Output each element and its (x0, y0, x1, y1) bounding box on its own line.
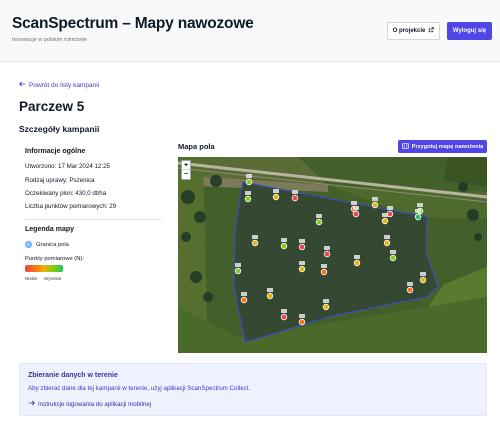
legend-points-label: Punkty pomiarowe (N): (25, 256, 84, 262)
about-button-label: O projekcie (392, 28, 426, 34)
map-heading: Mapa pola (178, 142, 215, 151)
measurement-point[interactable] (298, 261, 306, 273)
app-header: ScanSpectrum – Mapy nawozowe Innowacje w… (0, 0, 500, 62)
back-link-label: Powrót do listy kampanii (29, 81, 100, 89)
measurement-point[interactable] (240, 292, 248, 304)
boundary-swatch (25, 241, 32, 248)
mobile-app-instructions-link[interactable]: Instrukcje logowania do aplikacji mobiln… (28, 400, 151, 408)
measurement-point[interactable] (315, 214, 323, 226)
legend-low-label: Niskie (25, 276, 38, 281)
measurement-point[interactable] (322, 299, 330, 311)
measurement-point[interactable] (320, 264, 328, 276)
campaign-title: Parczew 5 (19, 99, 85, 114)
back-to-campaigns-link[interactable]: Powrót do listy kampanii (19, 81, 99, 89)
legend-gradient-bar (25, 265, 63, 272)
app-subtitle: Innowacje w polskim rolnictwie (12, 37, 87, 43)
measurement-point[interactable] (389, 250, 397, 262)
map-legend-heading: Legenda mapy (25, 226, 75, 233)
measurement-point[interactable] (251, 235, 259, 247)
measurement-points-count: Liczba punktów pomiarowych: 29 (25, 203, 117, 210)
measurement-point[interactable] (272, 189, 280, 201)
measurement-point[interactable] (353, 255, 361, 267)
external-link-icon (428, 27, 435, 35)
collect-panel-title: Zbieranie danych w terenie (28, 372, 118, 379)
arrow-right-icon (28, 400, 35, 408)
legend-high-label: Wysokie (44, 276, 62, 281)
measurement-point[interactable] (280, 238, 288, 250)
measurement-points-layer (234, 174, 427, 326)
collect-panel-text: Aby zbierać dane dla tej kampanii w tere… (28, 385, 251, 392)
app-title: ScanSpectrum – Mapy nawozowe (12, 15, 254, 32)
about-button[interactable]: O projekcie (387, 22, 440, 40)
logout-button[interactable]: Wyloguj się (447, 22, 492, 40)
measurement-point[interactable] (414, 209, 422, 221)
crop-type: Rodzaj uprawy: Pszenica (25, 177, 95, 184)
measurement-point[interactable] (244, 191, 252, 203)
measurement-point[interactable] (419, 272, 427, 284)
measurement-point[interactable] (291, 190, 299, 202)
created-date: Utworzono: 17 Mar 2024 12:25 (25, 163, 110, 170)
prepare-button-label: Przygotuj mapę nawożenia (411, 143, 484, 150)
expected-yield: Oczekiwany plon: 430,0 dt/ha (25, 190, 107, 197)
boundary-label: Granica pola (36, 241, 69, 248)
arrow-left-icon (19, 81, 26, 89)
measurement-point[interactable] (298, 314, 306, 326)
measurement-point[interactable] (383, 235, 391, 247)
zoom-out-button[interactable]: − (182, 170, 190, 179)
prepare-fertilization-map-button[interactable]: Przygotuj mapę nawożenia (398, 140, 487, 153)
zoom-in-button[interactable]: + (182, 161, 190, 170)
general-info-heading: Informacje ogólne (25, 148, 86, 155)
field-data-collection-panel: Zbieranie danych w terenie Aby zbierać d… (19, 363, 487, 416)
measurement-point[interactable] (371, 197, 379, 209)
measurement-point[interactable] (381, 213, 389, 225)
measurement-point[interactable] (298, 239, 306, 251)
campaign-details-heading: Szczegóły kampanii (19, 124, 100, 134)
instructions-link-label: Instrukcje logowania do aplikacji mobiln… (38, 400, 152, 408)
map-icon (401, 142, 409, 151)
divider (25, 219, 162, 220)
legend-boundary-item: Granica pola (25, 241, 69, 248)
measurement-point[interactable] (266, 288, 274, 300)
measurement-point[interactable] (406, 282, 414, 294)
measurement-point[interactable] (234, 263, 242, 275)
measurement-point[interactable] (280, 309, 288, 321)
measurement-point[interactable] (323, 246, 331, 258)
map-zoom-control: + − (181, 160, 191, 180)
field-map[interactable] (178, 157, 487, 353)
measurement-point[interactable] (245, 174, 253, 186)
